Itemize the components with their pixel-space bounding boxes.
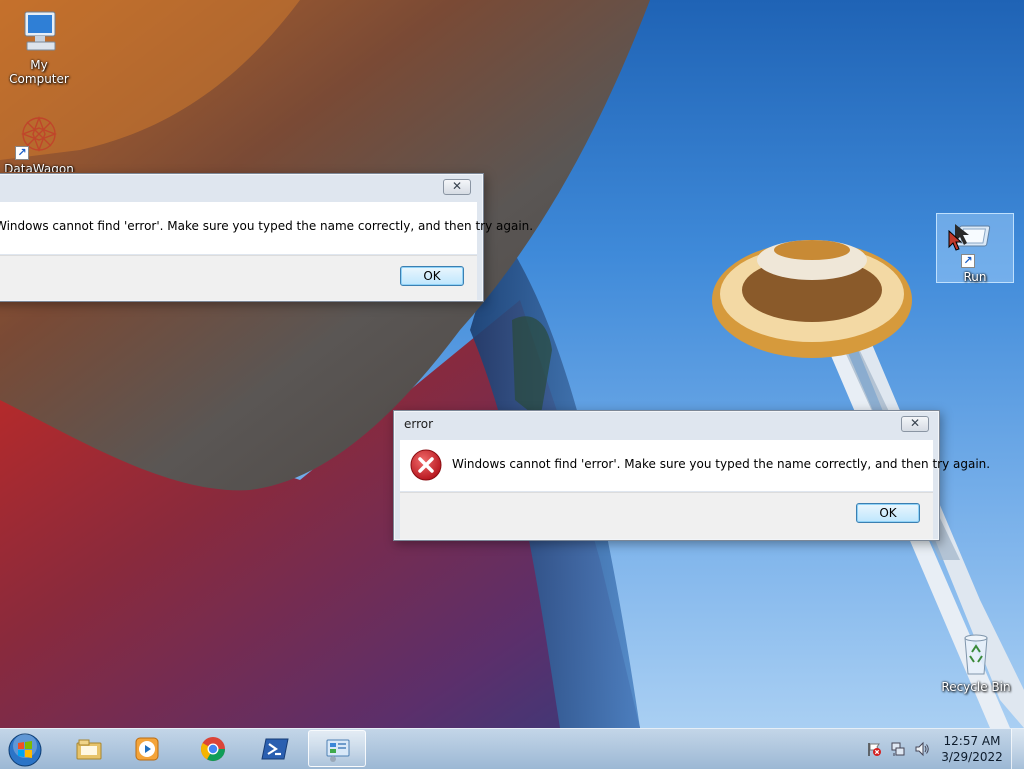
desktop-icon-recycle-bin[interactable]: Recycle Bin: [938, 630, 1014, 694]
dialog-title: error: [404, 417, 434, 431]
dialog-footer: OK: [0, 255, 477, 300]
dialog-footer: OK: [400, 492, 933, 539]
dialog-content: Windows cannot find 'error'. Make sure y…: [400, 440, 990, 491]
dialog-content: Windows cannot find 'error'. Make sure y…: [0, 202, 533, 254]
volume-icon[interactable]: [914, 741, 930, 757]
desktop-icon-label: Run: [963, 270, 987, 284]
show-desktop-button[interactable]: [1011, 729, 1024, 769]
media-player-icon: [135, 737, 159, 761]
error-dialog-back[interactable]: ✕ Windows cannot find 'error'. Make sure…: [0, 173, 533, 302]
dialog-titlebar[interactable]: ✕: [0, 174, 483, 200]
datawagon-icon: ↗: [15, 112, 63, 160]
start-button[interactable]: [6, 731, 44, 769]
wallpaper-art: [0, 0, 1024, 728]
error-dialog-front[interactable]: error ✕ Windows cannot find 'error'. Mak…: [393, 410, 990, 541]
powershell-icon: [261, 738, 289, 760]
desktop-icon-label: DataWagon: [4, 162, 74, 172]
taskbar-media-player[interactable]: [118, 730, 176, 767]
desktop-icon-datawagon[interactable]: ↗ DataWagon: [1, 112, 77, 172]
dialog-message: Windows cannot find 'error'. Make sure y…: [0, 219, 534, 233]
dialog-titlebar[interactable]: error ✕: [394, 411, 939, 437]
clock-date: 3/29/2022: [941, 750, 1003, 764]
computer-icon: [15, 8, 63, 56]
desktop-wallpaper: [0, 0, 1024, 728]
shortcut-arrow-icon: ↗: [961, 254, 975, 268]
taskbar-powershell[interactable]: [246, 730, 304, 767]
network-icon[interactable]: [890, 741, 906, 757]
taskbar: 12:57 AM 3/29/2022: [0, 728, 1024, 769]
close-button[interactable]: ✕: [901, 416, 929, 432]
taskbar-chrome[interactable]: [184, 730, 242, 767]
control-panel-icon: [326, 739, 350, 762]
close-icon: ✕: [909, 416, 921, 430]
error-icon: [410, 449, 442, 481]
start-orb-icon: [8, 733, 42, 767]
clock-time: 12:57 AM: [943, 734, 1001, 748]
action-center-flag-icon[interactable]: [866, 741, 882, 757]
system-clock[interactable]: 12:57 AM 3/29/2022: [936, 733, 1008, 765]
dialog-message: Windows cannot find 'error'. Make sure y…: [452, 457, 991, 471]
mouse-cursor-icon: [948, 230, 962, 251]
ok-button[interactable]: OK: [856, 503, 920, 523]
file-explorer-icon: [76, 739, 102, 760]
chrome-icon: [200, 737, 225, 762]
taskbar-control-panel[interactable]: [308, 730, 366, 767]
desktop-icon-my-computer[interactable]: My Computer: [1, 8, 77, 86]
recycle-bin-icon: [952, 630, 1000, 678]
ok-button[interactable]: OK: [400, 266, 464, 286]
desktop-icon-label: Recycle Bin: [941, 680, 1011, 694]
close-icon: ✕: [451, 179, 463, 193]
shortcut-arrow-icon: ↗: [15, 146, 29, 160]
close-button[interactable]: ✕: [443, 179, 471, 195]
desktop-icon-label: My Computer: [9, 58, 69, 86]
taskbar-file-explorer[interactable]: [60, 730, 118, 767]
